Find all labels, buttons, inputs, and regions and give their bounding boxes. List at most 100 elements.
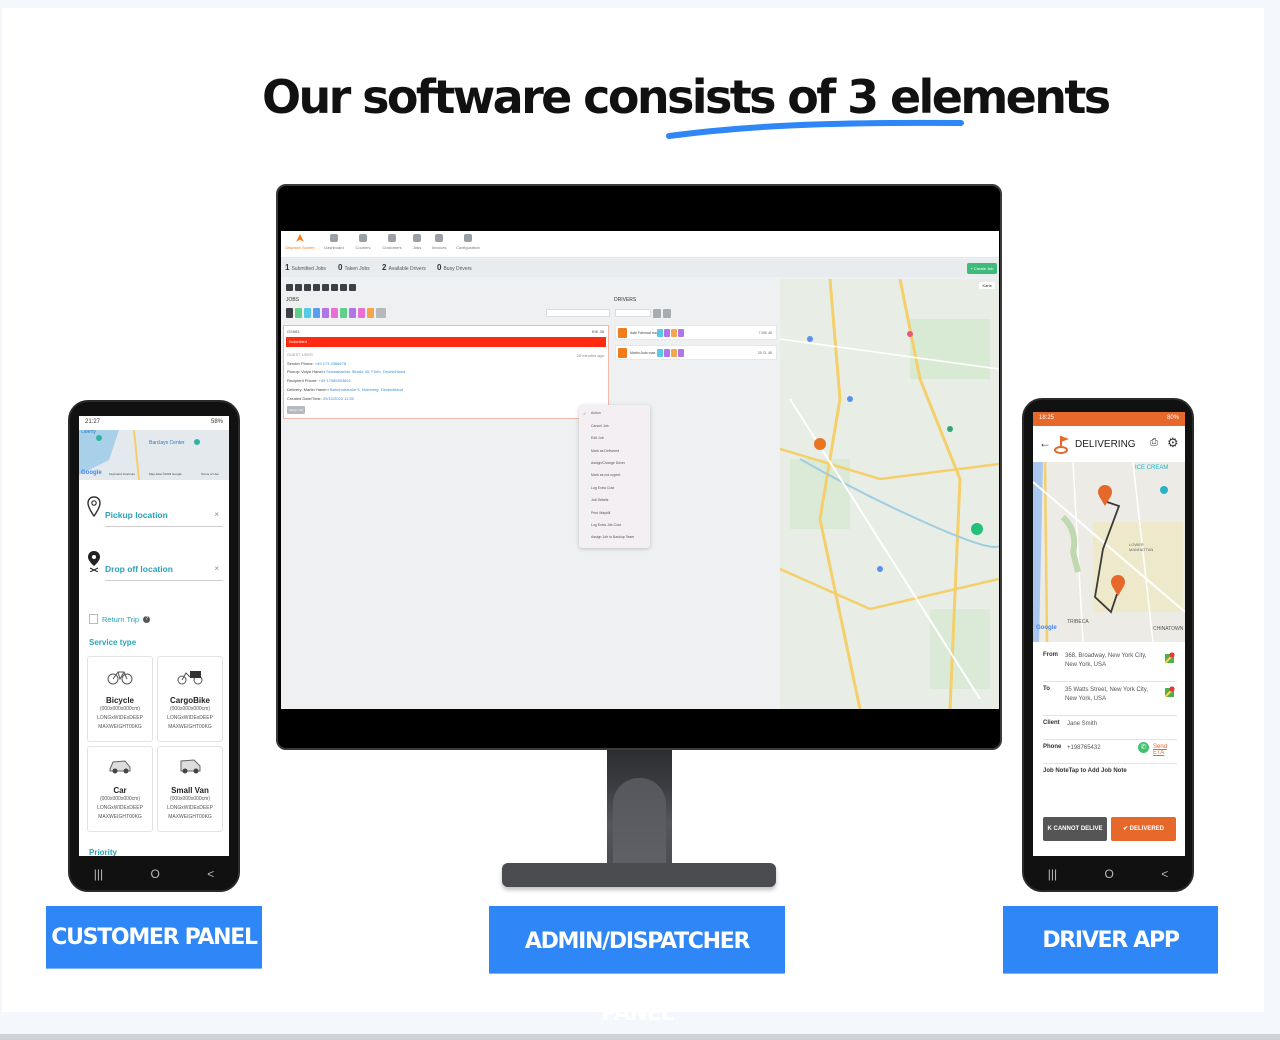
status-bar: 21:27 58% xyxy=(79,416,229,430)
tool-button[interactable] xyxy=(322,284,329,291)
service-type-heading: Service type xyxy=(89,638,137,647)
back-arrow-icon[interactable]: ← xyxy=(1039,436,1051,450)
menu-item-assign-driver[interactable]: Assign/Change Driver xyxy=(591,461,625,465)
filter-button[interactable] xyxy=(331,308,338,318)
driver-route-map[interactable]: ICE CREAM LOWER MANHATTAN TRIBECA CHINAT… xyxy=(1033,462,1185,642)
filter-button[interactable] xyxy=(295,308,302,318)
print-icon[interactable]: ⎙ xyxy=(1150,437,1158,448)
driver-badge[interactable] xyxy=(664,349,670,357)
map-label: TRIBECA xyxy=(1067,619,1089,625)
filter-button[interactable] xyxy=(340,308,347,318)
driver-badges xyxy=(657,329,684,337)
back-button[interactable]: < xyxy=(207,867,214,881)
tool-button[interactable] xyxy=(349,284,356,291)
menu-item-mark-delivered[interactable]: Mark as Delivered xyxy=(591,449,619,453)
filter-button[interactable] xyxy=(322,308,329,318)
filter-button[interactable] xyxy=(304,308,311,318)
menu-item-log-extra-cost[interactable]: Log Extra Cost xyxy=(591,486,614,490)
admin-screen: Dispatch Screen Dashboard Couriers Custo… xyxy=(281,231,999,709)
customer-map[interactable]: Liberty Barclays Center Google Keyboard … xyxy=(79,430,229,480)
service-card-small-van[interactable]: Small Van (000x000x000cm) LONGxWIDExDEEP… xyxy=(157,746,223,832)
help-icon[interactable]: ? xyxy=(143,615,151,623)
jobs-search-input[interactable] xyxy=(546,309,610,317)
create-job-button[interactable]: + Create Job xyxy=(967,263,997,274)
filter-button[interactable] xyxy=(349,308,356,318)
tool-button[interactable] xyxy=(331,284,338,291)
filter-clear-button[interactable] xyxy=(376,308,386,318)
job-card[interactable]: GS983 BIK 38 Submitted GUEST USER 25 min… xyxy=(283,325,609,419)
return-trip-option[interactable]: Return Trip ? xyxy=(89,614,151,624)
google-maps-icon[interactable] xyxy=(1165,652,1175,664)
menu-item-action[interactable]: Action xyxy=(591,411,601,415)
settings-gear-icon[interactable]: ⚙ xyxy=(1167,435,1179,451)
menu-item-cancel-job[interactable]: Cancel Job xyxy=(591,424,609,428)
drivers-search-input[interactable] xyxy=(615,309,651,317)
google-logo: Google xyxy=(1036,625,1057,631)
car-icon xyxy=(109,760,131,774)
menu-item-edit-job[interactable]: Edit Job xyxy=(591,436,604,440)
pickup-location-field[interactable]: Pickup location × xyxy=(85,496,223,530)
map-label: Barclays Center xyxy=(149,440,185,446)
cannot-deliver-button[interactable]: K CANNOT DELIVE xyxy=(1043,817,1107,841)
clear-pickup-icon[interactable]: × xyxy=(214,510,219,519)
stat-taken-jobs[interactable]: 0 Taken Jobs xyxy=(338,263,370,272)
map-shortcuts-link[interactable]: Keyboard shortcuts xyxy=(109,472,135,476)
job-note-row[interactable]: Job NoteTap to Add Job Note xyxy=(1043,768,1177,788)
tool-button[interactable] xyxy=(340,284,347,291)
from-address-row: From 368, Broadway, New York City, New Y… xyxy=(1043,652,1177,682)
headline-underline-stroke xyxy=(666,119,964,139)
home-button[interactable]: O xyxy=(1104,867,1113,881)
nav-configuration[interactable]: Configuration xyxy=(451,234,485,250)
filter-button[interactable] xyxy=(358,308,365,318)
return-trip-checkbox[interactable] xyxy=(89,614,98,624)
map-terms-link[interactable]: Terms of Use xyxy=(201,472,219,476)
tool-button[interactable] xyxy=(304,284,311,291)
dropoff-location-field[interactable]: Drop off location × xyxy=(85,550,223,584)
driver-card[interactable]: Martin Auto max.. 25 CL 48 xyxy=(615,345,777,360)
service-card-car[interactable]: Car (000x000x000cm) LONGxWIDExDEEP MAXWE… xyxy=(87,746,153,832)
filter-all-button[interactable] xyxy=(286,308,293,318)
driver-name: Martin Auto max.. xyxy=(630,351,658,355)
driver-name: Aste Fahmad ma.. xyxy=(630,331,659,335)
drivers-refresh-button[interactable] xyxy=(663,309,671,318)
filter-button[interactable] xyxy=(367,308,374,318)
driver-badge[interactable] xyxy=(657,329,663,337)
driver-badge[interactable] xyxy=(671,329,677,337)
stat-submitted-jobs[interactable]: 1 Submitted Jobs xyxy=(285,263,326,272)
driver-badge[interactable] xyxy=(664,329,670,337)
stat-busy-drivers[interactable]: 0 Busy Drivers xyxy=(437,263,472,272)
service-card-cargobike[interactable]: CargoBike (000x000x000cm) LONGxWIDExDEEP… xyxy=(157,656,223,742)
send-eta-link[interactable]: Send ETA xyxy=(1153,744,1177,756)
dashboard-icon xyxy=(330,234,338,242)
clear-dropoff-icon[interactable]: × xyxy=(214,564,219,573)
assign-job-button[interactable]: Assign Job xyxy=(287,406,305,414)
driver-card[interactable]: Aste Fahmad ma.. 7 BIK 48 xyxy=(615,325,777,340)
map-type-button[interactable]: Karte xyxy=(979,282,995,289)
menu-item-not-urgent[interactable]: Mark as not urgent xyxy=(591,473,620,477)
nav-dispatch-screen[interactable]: Dispatch Screen xyxy=(283,234,317,250)
filter-button[interactable] xyxy=(313,308,320,318)
drivers-filter-button[interactable] xyxy=(653,309,661,318)
driver-badge[interactable] xyxy=(678,329,684,337)
driver-badge[interactable] xyxy=(678,349,684,357)
home-button[interactable]: O xyxy=(150,867,159,881)
menu-item-backup-team[interactable]: Assign Job to Backup Team xyxy=(591,535,634,539)
stat-available-drivers[interactable]: 2 Available Drivers xyxy=(382,263,426,272)
recent-apps-button[interactable]: ||| xyxy=(1048,867,1057,881)
tool-button[interactable] xyxy=(313,284,320,291)
tool-button[interactable] xyxy=(286,284,293,291)
service-card-bicycle[interactable]: Bicycle (000x000x000cm) LONGxWIDExDEEP M… xyxy=(87,656,153,742)
whatsapp-icon[interactable]: ✆ xyxy=(1138,742,1149,753)
driver-badge[interactable] xyxy=(657,349,663,357)
driver-badge[interactable] xyxy=(671,349,677,357)
delivered-button[interactable]: ✔ DELIVERED xyxy=(1111,817,1176,841)
menu-item-job-details[interactable]: Job Details xyxy=(591,498,608,502)
menu-item-print-waybill[interactable]: Print Waybill xyxy=(591,511,610,515)
drivers-heading: DRIVERS xyxy=(614,297,637,303)
tool-button[interactable] xyxy=(295,284,302,291)
admin-map[interactable]: Karte xyxy=(780,279,999,709)
recent-apps-button[interactable]: ||| xyxy=(94,867,103,881)
google-maps-icon[interactable] xyxy=(1165,686,1175,698)
menu-item-log-extra-job-cost[interactable]: Log Extra Job Cost xyxy=(591,523,621,527)
back-button[interactable]: < xyxy=(1161,867,1168,881)
